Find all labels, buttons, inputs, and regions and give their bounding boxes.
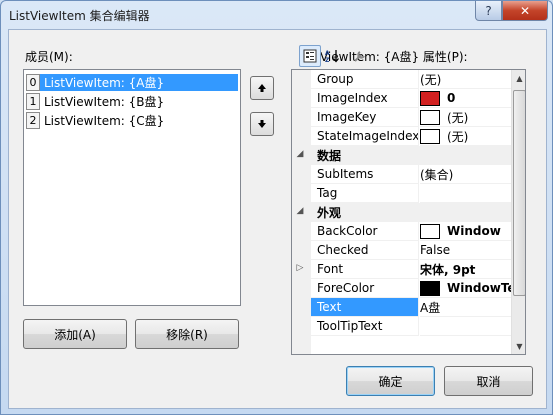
item-index: 0 <box>26 73 40 91</box>
property-category-row[interactable]: ◢ 数据 <box>292 146 511 165</box>
property-value-cell[interactable]: (无) <box>420 127 511 146</box>
property-name: Font <box>311 260 419 279</box>
property-row[interactable]: ImageKey (无) <box>292 108 511 127</box>
scroll-down-icon[interactable]: ▼ <box>512 338 525 354</box>
property-value: (无) <box>447 129 469 144</box>
property-row[interactable]: BackColor Window <box>292 222 511 241</box>
property-value: A盘 <box>420 300 441 315</box>
collapse-icon[interactable]: ◢ <box>294 149 306 159</box>
item-text: ListViewItem: {B盘} <box>44 94 165 109</box>
property-value: (无) <box>447 110 469 125</box>
property-name: ImageKey <box>311 108 419 127</box>
property-value-cell[interactable]: (无) <box>420 108 511 127</box>
property-value-cell[interactable]: Window <box>420 222 511 241</box>
color-swatch <box>420 109 440 125</box>
color-swatch <box>420 90 440 106</box>
collection-editor-window: ListViewItem 集合编辑器 ? ✕ 成员(M): 0 ListView… <box>0 0 553 415</box>
item-text: ListViewItem: {C盘} <box>44 113 165 128</box>
property-value-cell[interactable]: (无) <box>420 70 511 89</box>
property-name: ToolTipText <box>311 317 419 336</box>
property-grid-toolbar: A Z <box>291 45 371 67</box>
members-listbox[interactable]: 0 ListViewItem: {A盘} 1 ListViewItem: {B盘… <box>23 69 241 306</box>
alphabetical-icon: A Z <box>325 50 339 63</box>
move-up-button[interactable] <box>250 76 274 100</box>
color-swatch <box>420 280 440 296</box>
item-text: ListViewItem: {A盘} <box>40 73 238 91</box>
property-row[interactable]: ImageIndex 0 <box>292 89 511 108</box>
add-button[interactable]: 添加(A) <box>23 319 127 349</box>
property-row[interactable]: ▷ Font 宋体, 9pt <box>292 260 511 279</box>
property-value-cell[interactable]: (集合) <box>420 165 511 184</box>
property-row[interactable]: ToolTipText <box>292 317 511 336</box>
svg-text:Z: Z <box>325 57 330 63</box>
property-category-row[interactable]: ◢ 外观 <box>292 203 511 222</box>
help-button[interactable]: ? <box>475 1 502 21</box>
property-name: Group <box>311 70 419 89</box>
categorized-button[interactable] <box>299 45 321 67</box>
property-value: Window <box>447 224 501 238</box>
category-name: 数据 <box>311 146 419 165</box>
property-name: StateImageIndex <box>311 127 419 146</box>
property-name: BackColor <box>311 222 419 241</box>
category-name: 外观 <box>311 203 419 222</box>
property-value-cell[interactable] <box>420 317 511 336</box>
property-value: 0 <box>447 91 456 105</box>
property-row[interactable]: ForeColor WindowText <box>292 279 511 298</box>
svg-text:A: A <box>325 50 330 57</box>
property-value-cell[interactable]: A盘 <box>420 298 511 317</box>
property-name: SubItems <box>311 165 419 184</box>
list-item[interactable]: 0 ListViewItem: {A盘} <box>26 73 238 91</box>
property-value-cell[interactable]: 0 <box>420 89 511 108</box>
item-index: 2 <box>26 111 40 129</box>
arrow-up-icon <box>258 84 266 92</box>
window-title: ListViewItem 集合编辑器 <box>9 9 150 23</box>
property-value: (集合) <box>420 167 454 182</box>
arrow-down-icon <box>258 120 266 128</box>
item-index: 1 <box>26 92 40 110</box>
property-name: Text <box>311 298 419 317</box>
cancel-button[interactable]: 取消 <box>444 366 533 396</box>
scroll-up-icon[interactable]: ▲ <box>512 70 525 86</box>
ok-button[interactable]: 确定 <box>346 366 435 396</box>
property-row[interactable]: StateImageIndex (无) <box>292 127 511 146</box>
property-value-cell[interactable] <box>420 184 511 203</box>
property-value: WindowText <box>447 281 511 295</box>
property-grid[interactable]: Group (无) ImageIndex 0 ImageKey (无) StateImage… <box>291 69 526 355</box>
property-row[interactable]: SubItems (集合) <box>292 165 511 184</box>
property-row[interactable]: Group (无) <box>292 70 511 89</box>
property-row[interactable]: Tag <box>292 184 511 203</box>
property-value-cell[interactable]: WindowText <box>420 279 511 298</box>
categorized-icon <box>303 49 317 63</box>
close-button[interactable]: ✕ <box>502 1 548 21</box>
property-name: Checked <box>311 241 419 260</box>
property-pages-icon <box>354 51 365 62</box>
property-grid-scrollbar[interactable]: ▲ ▼ <box>511 70 525 354</box>
scroll-thumb[interactable] <box>513 90 525 296</box>
expand-icon[interactable]: ▷ <box>294 263 306 273</box>
property-name: Tag <box>311 184 419 203</box>
property-name: ForeColor <box>311 279 419 298</box>
property-name: ImageIndex <box>311 89 419 108</box>
color-swatch <box>420 128 440 144</box>
alphabetical-button[interactable]: A Z <box>322 45 344 67</box>
property-value-cell[interactable]: 宋体, 9pt <box>420 260 511 279</box>
property-row[interactable]: Checked False <box>292 241 511 260</box>
property-row[interactable]: Text A盘 <box>292 298 511 317</box>
property-pages-button[interactable] <box>349 45 371 67</box>
members-label: 成员(M): <box>25 50 73 64</box>
property-value: 宋体, 9pt <box>420 262 476 277</box>
property-value-cell[interactable]: False <box>420 241 511 260</box>
move-down-button[interactable] <box>250 112 274 136</box>
color-swatch <box>420 223 440 239</box>
collapse-icon[interactable]: ◢ <box>294 206 306 216</box>
property-value: False <box>420 243 451 257</box>
list-item[interactable]: 2 ListViewItem: {C盘} <box>26 111 238 129</box>
property-value: (无) <box>420 72 442 87</box>
list-item[interactable]: 1 ListViewItem: {B盘} <box>26 92 238 110</box>
remove-button[interactable]: 移除(R) <box>135 319 239 349</box>
